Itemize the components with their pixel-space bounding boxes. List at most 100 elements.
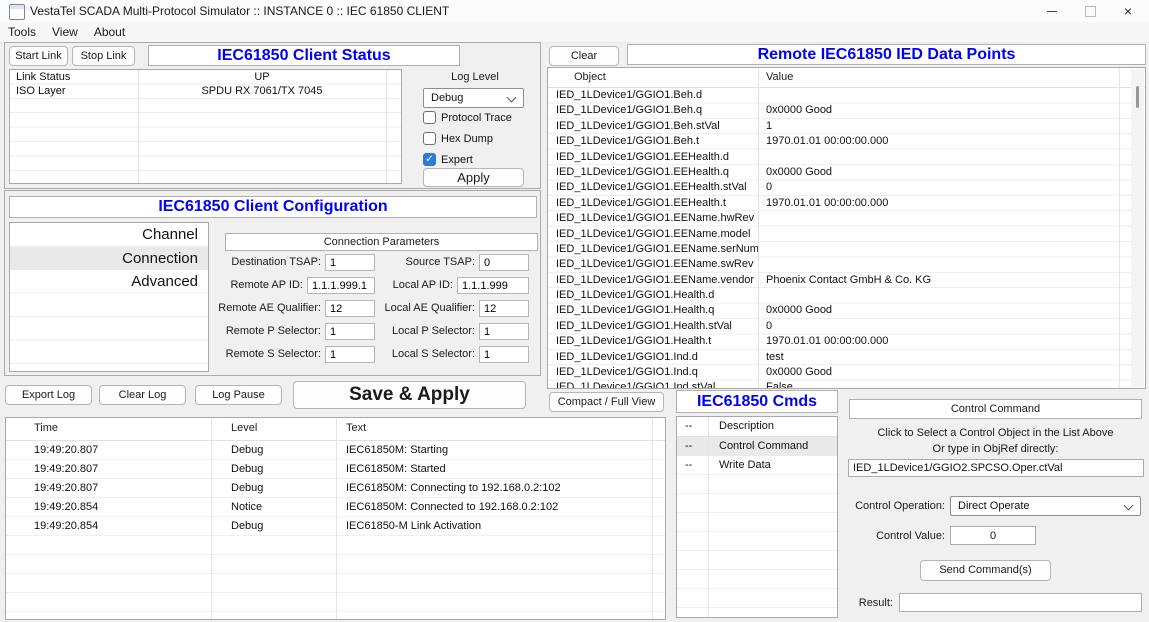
export-log-button[interactable]: Export Log — [5, 385, 92, 405]
data-point-row[interactable]: IED_1LDevice1/GGIO1.Health.t1970.01.01 0… — [548, 334, 1145, 349]
data-point-row[interactable]: IED_1LDevice1/GGIO1.EEHealth.t1970.01.01… — [548, 196, 1145, 211]
cmd-key: -- — [677, 437, 707, 456]
chevron-down-icon — [507, 93, 517, 103]
param-label-destination-tsap: Destination TSAP: — [213, 256, 321, 268]
dp-col-object: Object — [574, 71, 606, 83]
objref-input[interactable] — [848, 459, 1144, 477]
data-point-row[interactable]: IED_1LDevice1/GGIO1.Ind.dtest — [548, 350, 1145, 365]
link-status-value: SPDU RX 7061/TX 7045 — [138, 84, 386, 98]
menu-item-about[interactable]: About — [86, 22, 133, 42]
param-input-local-ae-qualifier[interactable] — [479, 300, 529, 317]
param-input-remote-s-selector[interactable] — [325, 346, 375, 363]
column-divider — [386, 70, 387, 183]
log-level-select[interactable]: Debug — [423, 88, 524, 108]
param-input-destination-tsap[interactable] — [325, 254, 375, 271]
control-operation-select[interactable]: Direct Operate — [950, 496, 1141, 516]
data-point-row[interactable]: IED_1LDevice1/GGIO1.Beh.t1970.01.01 00:0… — [548, 134, 1145, 149]
chevron-down-icon — [1124, 501, 1134, 511]
result-input[interactable] — [899, 593, 1142, 612]
log-level: Debug — [211, 479, 336, 498]
cmd-row-write-data[interactable]: --Write Data — [677, 456, 837, 475]
data-point-row[interactable]: IED_1LDevice1/GGIO1.Ind.stValFalse — [548, 380, 1145, 389]
send-commands-button[interactable]: Send Command(s) — [920, 560, 1051, 581]
log-level: Debug — [211, 517, 336, 536]
data-points-title: Remote IEC61850 IED Data Points — [627, 44, 1146, 65]
save-apply-button[interactable]: Save & Apply — [293, 381, 526, 409]
column-divider — [1119, 68, 1120, 388]
link-status-value: UP — [138, 70, 386, 84]
checkbox-label: Protocol Trace — [441, 112, 512, 124]
title-bar: VestaTel SCADA Multi-Protocol Simulator … — [0, 0, 1149, 22]
data-point-value: 0x0000 Good — [758, 165, 1145, 180]
param-label-remote-s-selector: Remote S Selector: — [213, 348, 321, 360]
start-link-button[interactable]: Start Link — [9, 46, 68, 66]
apply-button[interactable]: Apply — [423, 168, 524, 187]
link-status-key: ISO Layer — [10, 84, 138, 98]
close-button[interactable]: × — [1111, 0, 1145, 22]
column-divider — [708, 417, 709, 617]
compact-full-view-button[interactable]: Compact / Full View — [549, 392, 664, 412]
param-input-local-ap-id[interactable] — [457, 277, 529, 294]
scrollbar-track[interactable] — [1131, 69, 1144, 387]
control-value-input[interactable] — [950, 526, 1036, 545]
log-col-text: Text — [346, 422, 366, 434]
data-point-row[interactable]: IED_1LDevice1/GGIO1.EEName.swRev — [548, 257, 1145, 272]
data-point-value: 1970.01.01 00:00:00.000 — [758, 334, 1145, 349]
data-point-row[interactable]: IED_1LDevice1/GGIO1.Beh.stVal1 — [548, 119, 1145, 134]
clear-data-points-button[interactable]: Clear — [549, 46, 619, 66]
log-level: Debug — [211, 441, 336, 460]
log-level: Notice — [211, 498, 336, 517]
log-pause-button[interactable]: Log Pause — [195, 385, 282, 405]
minimize-button[interactable] — [1035, 0, 1069, 22]
checkbox-hex-dump[interactable] — [423, 132, 436, 145]
data-point-object: IED_1LDevice1/GGIO1.Beh.q — [548, 103, 758, 118]
data-point-row[interactable]: IED_1LDevice1/GGIO1.EEName.vendorPhoenix… — [548, 273, 1145, 288]
data-point-row[interactable]: IED_1LDevice1/GGIO1.Health.q0x0000 Good — [548, 303, 1145, 318]
client-configuration-panel: IEC61850 Client Configuration ChannelCon… — [4, 190, 541, 376]
data-point-row[interactable]: IED_1LDevice1/GGIO1.Ind.q0x0000 Good — [548, 365, 1145, 380]
data-point-row[interactable]: IED_1LDevice1/GGIO1.EEHealth.q0x0000 Goo… — [548, 165, 1145, 180]
cmd-row-control-command[interactable]: --Control Command — [677, 437, 837, 456]
menu-item-view[interactable]: View — [44, 22, 86, 42]
checkbox-expert[interactable]: ✓ — [423, 153, 436, 166]
data-point-row[interactable]: IED_1LDevice1/GGIO1.EEName.model — [548, 227, 1145, 242]
param-input-local-s-selector[interactable] — [479, 346, 529, 363]
param-input-remote-p-selector[interactable] — [325, 323, 375, 340]
data-point-value — [758, 150, 1145, 165]
param-input-source-tsap[interactable] — [479, 254, 529, 271]
param-label-local-s-selector: Local S Selector: — [373, 348, 475, 360]
data-point-row[interactable]: IED_1LDevice1/GGIO1.Beh.d — [548, 88, 1145, 103]
data-point-value: 0 — [758, 180, 1145, 195]
status-panel-title: IEC61850 Client Status — [148, 45, 460, 66]
data-point-row[interactable]: IED_1LDevice1/GGIO1.EEHealth.d — [548, 150, 1145, 165]
data-point-object: IED_1LDevice1/GGIO1.EEName.swRev — [548, 257, 758, 272]
table-row[interactable]: Link StatusUP — [10, 70, 401, 84]
stop-link-button[interactable]: Stop Link — [72, 46, 135, 66]
data-point-row[interactable]: IED_1LDevice1/GGIO1.EEName.serNum — [548, 242, 1145, 257]
data-point-value — [758, 88, 1145, 103]
menu-item-tools[interactable]: Tools — [0, 22, 44, 42]
log-time: 19:49:20.854 — [6, 498, 211, 517]
data-point-object: IED_1LDevice1/GGIO1.EEHealth.d — [548, 150, 758, 165]
data-point-object: IED_1LDevice1/GGIO1.Health.q — [548, 303, 758, 318]
param-input-local-p-selector[interactable] — [479, 323, 529, 340]
data-point-object: IED_1LDevice1/GGIO1.Beh.t — [548, 134, 758, 149]
data-point-row[interactable]: IED_1LDevice1/GGIO1.EEHealth.stVal0 — [548, 180, 1145, 195]
table-row[interactable]: ISO LayerSPDU RX 7061/TX 7045 — [10, 84, 401, 98]
scrollbar-thumb[interactable] — [1136, 86, 1139, 108]
data-point-row[interactable]: IED_1LDevice1/GGIO1.Health.d — [548, 288, 1145, 303]
data-point-value — [758, 227, 1145, 242]
log-text: IEC61850M: Connecting to 192.168.0.2:102 — [336, 479, 665, 498]
data-point-row[interactable]: IED_1LDevice1/GGIO1.Beh.q0x0000 Good — [548, 103, 1145, 118]
log-time: 19:49:20.807 — [6, 441, 211, 460]
parameter-row: Remote AP ID:Local AP ID: — [5, 277, 542, 295]
param-input-remote-ap-id[interactable] — [307, 277, 375, 294]
param-input-remote-ae-qualifier[interactable] — [325, 300, 375, 317]
checkbox-protocol-trace[interactable] — [423, 111, 436, 124]
data-point-row[interactable]: IED_1LDevice1/GGIO1.EEName.hwRev — [548, 211, 1145, 226]
column-divider — [336, 418, 337, 619]
maximize-button[interactable] — [1073, 0, 1107, 22]
menu-bar: ToolsViewAbout — [0, 22, 1149, 43]
data-point-row[interactable]: IED_1LDevice1/GGIO1.Health.stVal0 — [548, 319, 1145, 334]
clear-log-button[interactable]: Clear Log — [99, 385, 186, 405]
